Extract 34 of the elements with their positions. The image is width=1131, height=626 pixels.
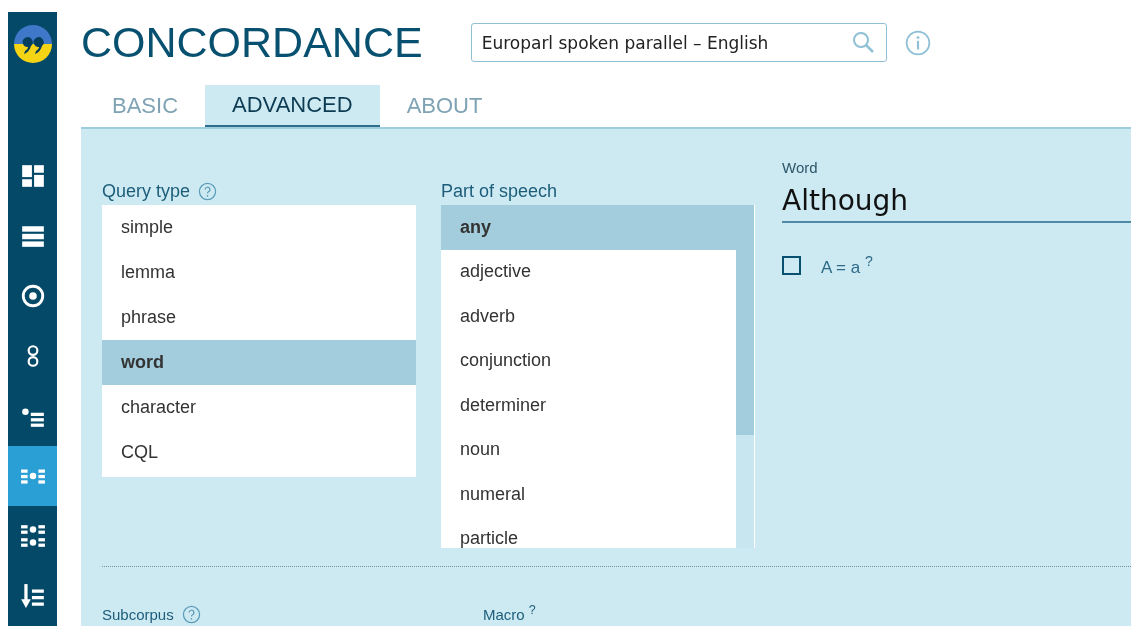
list-icon	[19, 223, 46, 249]
word-label: Word	[782, 159, 819, 176]
macro-label: Macro $^{?}$	[483, 603, 536, 625]
query-type-label: Query type	[102, 180, 191, 202]
dot-list-nav-item[interactable]	[8, 446, 57, 506]
query-type-option[interactable]: lemma	[102, 250, 416, 295]
part-of-speech-label: Part of speech	[441, 180, 558, 202]
query-type-option[interactable]: phrase	[102, 295, 416, 340]
part-of-speech-option[interactable]: adjective	[441, 249, 736, 294]
dashboard-icon	[19, 163, 46, 189]
target-icon	[19, 283, 46, 309]
part-of-speech-option[interactable]: noun	[441, 427, 736, 472]
corpus-search-field[interactable]: Europarl spoken parallel – English	[470, 23, 887, 62]
subcorpus-label: Subcorpus	[102, 605, 174, 623]
part-of-speech-option[interactable]: adverb	[441, 294, 736, 339]
part-of-speech-option[interactable]: particle	[441, 516, 736, 548]
tab[interactable]: ADVANCED	[205, 85, 380, 127]
quote-logo-icon	[12, 24, 53, 64]
scrollbar-thumb[interactable]	[736, 205, 754, 435]
app-title: CONCORDANCE	[81, 18, 423, 67]
query-type-option[interactable]: word	[102, 340, 416, 385]
scrollbar[interactable]	[736, 205, 754, 548]
part-of-speech-option[interactable]: numeral	[441, 472, 736, 517]
query-type-option[interactable]: character	[102, 385, 416, 430]
case-insensitive-label: A = a $^{?}$	[821, 253, 873, 278]
part-of-speech-option[interactable]: any	[441, 205, 736, 250]
query-type-option[interactable]: CQL	[102, 430, 416, 475]
sort-icon	[19, 583, 46, 609]
checkbox[interactable]	[782, 255, 801, 275]
double-dot-list-icon	[19, 523, 46, 549]
word-input-field[interactable]: Although	[782, 178, 1131, 223]
part-of-speech-option[interactable]: conjunction	[441, 338, 736, 383]
part-of-speech-option[interactable]: determiner	[441, 383, 736, 428]
query-type-option[interactable]: simple	[102, 205, 416, 250]
